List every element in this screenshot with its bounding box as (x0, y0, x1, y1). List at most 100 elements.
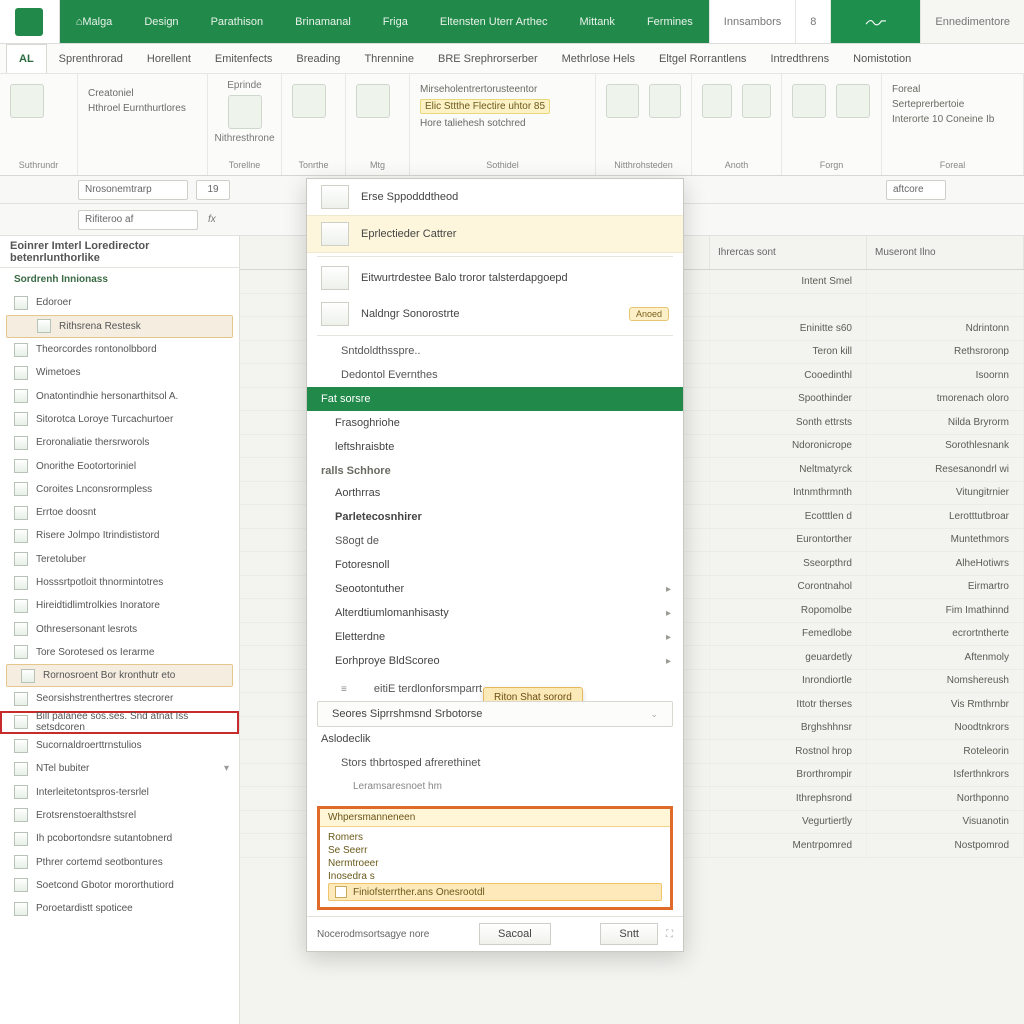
callout-item[interactable]: Inosedra s (328, 870, 662, 883)
nav-item[interactable]: Onatontindhie hersonarthitsol A. (0, 384, 239, 407)
nav-item[interactable]: Erotsrenstoeralthstsrel (0, 804, 239, 827)
cell[interactable]: Brghshhnsr (710, 717, 867, 740)
nav-item[interactable]: NTel bubiter▾ (0, 757, 239, 780)
ribbon-icon[interactable] (792, 84, 826, 118)
name-box[interactable]: Nrosonemtrarp (78, 180, 188, 200)
ribbon-cmd[interactable]: Nithresthrone (214, 133, 274, 144)
nav-item[interactable]: Errtoe doosnt (0, 501, 239, 524)
ribbon-cmd[interactable]: Creatoniel (88, 88, 197, 99)
ribbon-cmd[interactable]: Serteprerbertoie (892, 99, 1013, 110)
reference-box[interactable]: Rifiteroo af (78, 210, 198, 230)
ribbon-icon[interactable] (702, 84, 732, 118)
cell[interactable]: Neltmatyrck (710, 458, 867, 481)
cell[interactable]: Brorthrompir (710, 764, 867, 787)
appbar-tab[interactable]: ⌂ Malga (60, 0, 129, 43)
cell[interactable]: Teron kill (710, 341, 867, 364)
cell[interactable]: Inrondiortle (710, 670, 867, 693)
nav-item[interactable]: Wimetoes (0, 361, 239, 384)
cell[interactable]: Vis Rmthrnbr (867, 693, 1024, 716)
menu-item[interactable]: Erse Sppodddtheod (307, 179, 683, 216)
cell[interactable]: Eurontorther (710, 529, 867, 552)
menu-item[interactable]: S8ogt de (307, 529, 683, 553)
ribbon-tab[interactable]: BRE Srephrorserber (426, 44, 550, 73)
appbar-tab[interactable]: Brinamanal (279, 0, 367, 43)
cell[interactable]: Northponno (867, 787, 1024, 810)
ribbon-cmd[interactable]: Eprinde (227, 78, 261, 91)
cell[interactable]: Fim Imathinnd (867, 599, 1024, 622)
ribbon-tab[interactable]: Nomistotion (841, 44, 923, 73)
ribbon-tab[interactable]: Emitenfects (203, 44, 284, 73)
cell[interactable]: Nilda Bryrorm (867, 411, 1024, 434)
cell[interactable]: Mentrpomred (710, 834, 867, 857)
cell[interactable]: Corontnahol (710, 576, 867, 599)
nav-item[interactable]: Edoroer (0, 291, 239, 314)
menu-item[interactable]: leftshraisbte (307, 435, 683, 459)
appbar-tab[interactable]: Eltensten Uterr Arthec (424, 0, 564, 43)
menu-item[interactable]: Eorhproye BldScoreo▸ (307, 649, 683, 673)
menu-item[interactable]: Alterdtiumlomanhisasty▸ (307, 601, 683, 625)
nav-item[interactable]: Sucornaldroerttrnstulios (0, 734, 239, 757)
menu-expand-icon[interactable]: ⛶ (666, 929, 673, 940)
ribbon-highlighted-cmd[interactable]: Elic Sttthe Flectire uhtor 85 (420, 99, 550, 114)
nav-item[interactable]: Teretoluber (0, 548, 239, 571)
menu-item[interactable]: Parletecosnhirer (307, 505, 683, 529)
cell[interactable]: Intent Smel (710, 270, 867, 293)
ribbon-tab[interactable]: Thrennine (352, 44, 426, 73)
menu-item[interactable]: Eprlectieder Cattrer (307, 216, 683, 253)
ribbon-icon[interactable] (742, 84, 772, 118)
cell[interactable]: Isferthnkrors (867, 764, 1024, 787)
cell[interactable]: Vegurtiertly (710, 811, 867, 834)
nav-item[interactable]: Seorsishstrenthertres stecrorer (0, 687, 239, 710)
cell[interactable]: Sorothlesnank (867, 435, 1024, 458)
cell[interactable]: Ropomolbe (710, 599, 867, 622)
nav-item[interactable]: Hosssrtpotloit thnormintotres (0, 571, 239, 594)
ribbon-cmd[interactable]: Hore taliehesh sotchred (420, 118, 585, 129)
nav-item[interactable]: Rithsrena Restesk (6, 315, 233, 338)
cell[interactable]: Roteleorin (867, 740, 1024, 763)
callout-item[interactable]: Nermtroeer (328, 857, 662, 870)
cell[interactable]: Ittotr therses (710, 693, 867, 716)
cell[interactable]: ecrortntherte (867, 623, 1024, 646)
ribbon-icon[interactable] (356, 84, 390, 118)
menu-item[interactable]: Eletterdne▸ (307, 625, 683, 649)
menu-item[interactable]: Seootontuther▸ (307, 577, 683, 601)
menu-item[interactable]: Aslodeclik (307, 727, 683, 751)
cell[interactable]: Eirmartro (867, 576, 1024, 599)
cell[interactable]: Noodtnkrors (867, 717, 1024, 740)
appbar-right-3[interactable]: Ennedimentore (920, 0, 1024, 43)
menu-button-primary[interactable]: Sacoal (479, 923, 551, 945)
col-header[interactable]: Museront Ilno (867, 236, 1024, 269)
nav-item[interactable]: Onorithe Eootortoriniel (0, 454, 239, 477)
menu-item[interactable]: Leramsaresnoet hm (307, 775, 683, 798)
nav-item[interactable]: Bill palanee sos.ses. Snd atnat Iss sets… (0, 711, 239, 734)
cell[interactable] (867, 294, 1024, 317)
cell[interactable]: Visuanotin (867, 811, 1024, 834)
menu-search-box[interactable]: Seores Siprrshmsnd Srbotorse⌄ (317, 701, 673, 727)
nav-item[interactable]: Coroites Lnconsrormpless (0, 478, 239, 501)
cell[interactable]: Resesanondrl wi (867, 458, 1024, 481)
callout-item-highlight[interactable]: Finiofsterrther.ans Onesrootdl (328, 883, 662, 901)
nav-item[interactable]: Risere Jolmpo Itrindististord (0, 524, 239, 547)
cell[interactable]: Ndrintonn (867, 317, 1024, 340)
nav-item[interactable]: Othresersonant lesrots (0, 617, 239, 640)
cell[interactable]: Rostnol hrop (710, 740, 867, 763)
ribbon-tab[interactable] (923, 44, 947, 73)
nav-item[interactable]: Hireidtidlimtrolkies Inoratore (0, 594, 239, 617)
cell[interactable]: AlheHotiwrs (867, 552, 1024, 575)
cell[interactable]: Aftenmoly (867, 646, 1024, 669)
cell[interactable]: Ndoronicrope (710, 435, 867, 458)
cell[interactable]: Femedlobe (710, 623, 867, 646)
nav-section-header[interactable]: Sordrenh Innionass (0, 268, 239, 291)
ribbon-cmd[interactable]: Hthroel Eurnthurtlores (88, 103, 197, 114)
cell[interactable]: Sseorpthrd (710, 552, 867, 575)
menu-item[interactable]: Naldngr SonorostrteAnoed (307, 296, 683, 332)
ribbon-icon[interactable] (606, 84, 639, 118)
cell[interactable]: Intnmthrmnth (710, 482, 867, 505)
cell[interactable]: Nostpomrod (867, 834, 1024, 857)
callout-item[interactable]: Se Seerr (328, 844, 662, 857)
ribbon-cmd[interactable]: Mirseholentrertorusteentor (420, 84, 585, 95)
ribbon-icon[interactable] (228, 95, 262, 129)
appbar-tab[interactable]: Design (128, 0, 194, 43)
cell[interactable]: Rethsroronp (867, 341, 1024, 364)
cell[interactable] (867, 270, 1024, 293)
